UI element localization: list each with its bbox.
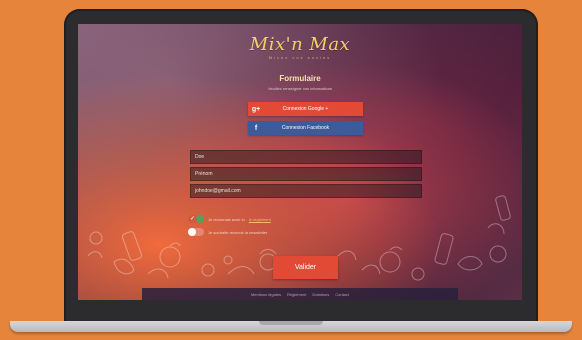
toggle-knob — [188, 228, 196, 236]
newsletter-toggle-row: Je souhaite recevoir la newsletter — [188, 227, 267, 237]
facebook-login-label: Connexion Facebook — [281, 125, 330, 131]
google-login-button[interactable]: g+ Connexion Google + — [248, 102, 363, 116]
check-icon: ✓ — [190, 216, 196, 222]
laptop-bezel: Mix'n Max Mixez vos envies Formulaire Ve… — [64, 9, 538, 323]
form-title: Formulaire — [279, 74, 321, 83]
footer-link[interactable]: Dotations — [312, 292, 329, 297]
rules-toggle[interactable]: ✓ — [188, 215, 204, 223]
brand-tagline: Mixez vos envies — [268, 55, 332, 60]
name-field[interactable]: Doe — [190, 150, 422, 164]
firstname-field[interactable]: Prénom — [190, 167, 422, 181]
toggle-knob — [196, 215, 204, 223]
facebook-icon: f — [254, 124, 258, 132]
submit-button[interactable]: Valider — [273, 256, 338, 279]
laptop-notch — [259, 321, 323, 325]
screen: Mix'n Max Mixez vos envies Formulaire Ve… — [78, 24, 522, 300]
form-subtitle: Veuillez renseigner vos informations — [267, 86, 333, 91]
footer-link[interactable]: Règlement — [287, 292, 306, 297]
footer-links: Mentions légales Règlement Dotations Con… — [142, 288, 458, 300]
rules-link[interactable]: le règlement — [249, 217, 271, 222]
brand-logo: Mix'n Max — [249, 34, 351, 55]
rules-toggle-row: ✓ Je reconnais avoir lu le règlement — [188, 214, 271, 224]
footer-link[interactable]: Mentions légales — [251, 292, 281, 297]
footer-link[interactable]: Contact — [335, 292, 349, 297]
google-login-label: Connexion Google + — [282, 106, 329, 112]
google-plus-icon: g+ — [251, 105, 261, 113]
newsletter-toggle[interactable] — [188, 228, 204, 236]
newsletter-text: Je souhaite recevoir la newsletter — [208, 229, 268, 235]
rules-text: Je reconnais avoir lu — [208, 216, 245, 222]
facebook-login-button[interactable]: f Connexion Facebook — [248, 121, 363, 135]
email-field[interactable]: johndoe@gmail.com — [190, 184, 422, 198]
